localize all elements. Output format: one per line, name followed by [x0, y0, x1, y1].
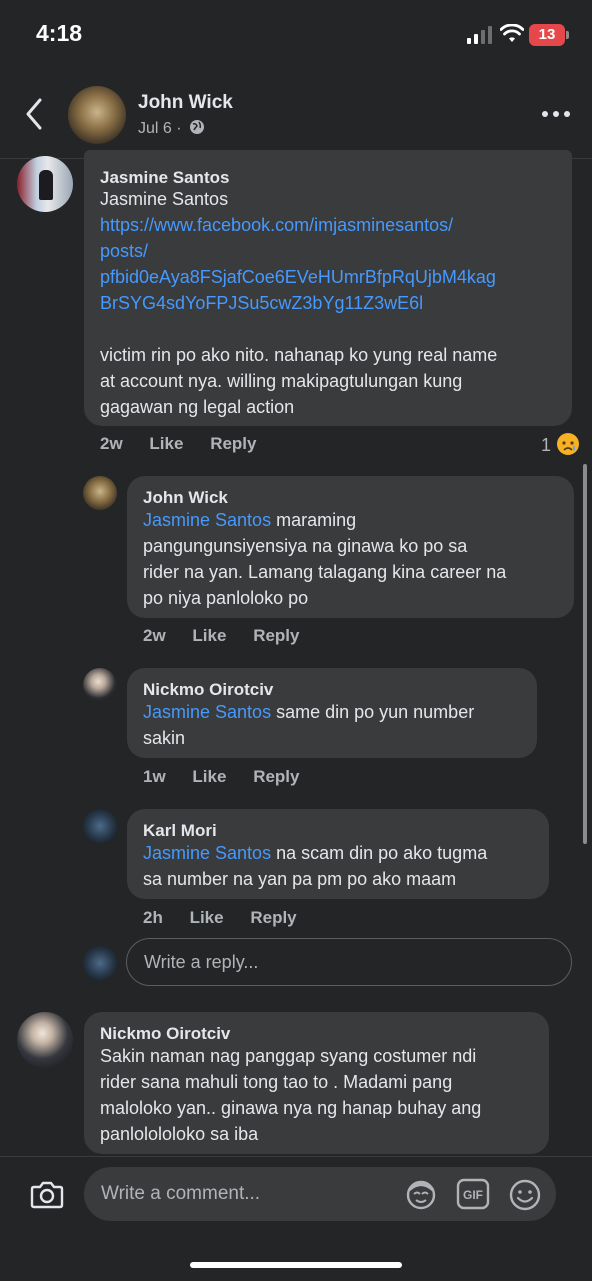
home-indicator [190, 1262, 402, 1268]
mention-link[interactable]: Jasmine Santos [143, 843, 271, 863]
reply-button[interactable]: Reply [250, 908, 296, 927]
reply-text: Jasmine Santos na scam din po ako tugma … [143, 840, 548, 892]
comment-line: maloloko yan.. ginawa nya ng hanap buhay… [100, 1098, 482, 1118]
reply-line: sa number na yan pa pm po ako maam [143, 869, 457, 889]
comment-actions: 2w Like Reply [100, 434, 278, 454]
reply-time: 2w [143, 626, 166, 645]
gif-icon[interactable]: GIF [456, 1178, 490, 1210]
back-button[interactable] [22, 96, 50, 132]
reply-line: sakin [143, 728, 186, 748]
reply-line-rest: maraming [271, 510, 357, 530]
globe-icon [190, 120, 205, 134]
reply-avatar[interactable] [83, 476, 117, 510]
avatar-sticker-icon[interactable] [404, 1177, 438, 1211]
reply-line-rest: same din po yun number [271, 702, 475, 722]
reply-author-name[interactable]: John Wick [143, 488, 228, 508]
link-line: BrSYG4sdYoFPJSu5cwZ3bYg11Z3wE6l [100, 293, 424, 313]
camera-icon[interactable] [30, 1179, 64, 1209]
reply-actions: 1w Like Reply [143, 767, 321, 787]
comment-author-name[interactable]: Jasmine Santos [100, 168, 229, 188]
post-date: Jul 6 · [138, 119, 205, 138]
link-line: https://www.facebook.com/imjasminesantos… [100, 215, 454, 235]
reply-line: rider na yan. Lamang talagang kina caree… [143, 562, 507, 582]
reply-line: Jasmine Santos maraming [143, 507, 568, 533]
status-time: 4:18 [36, 20, 83, 46]
scrollbar-thumb[interactable] [583, 464, 587, 844]
reply-line-rest: na scam din po ako tugma [271, 843, 488, 863]
reply-time: 1w [143, 767, 166, 786]
comment-avatar[interactable] [17, 156, 73, 212]
comment-link[interactable]: https://www.facebook.com/imjasminesantos… [100, 212, 570, 316]
reply-author-name[interactable]: Nickmo Oirotciv [143, 680, 273, 700]
comment-line: victim rin po ako nito. nahanap ko yung … [100, 345, 498, 365]
comment-line: Jasmine Santos [100, 189, 229, 209]
svg-text:GIF: GIF [463, 1188, 483, 1202]
reply-text: Jasmine Santos same din po yun number sa… [143, 699, 533, 751]
emoji-icon[interactable] [508, 1178, 542, 1212]
comment-author-name[interactable]: Nickmo Oirotciv [100, 1024, 230, 1044]
post-author-avatar[interactable] [68, 86, 126, 144]
reply-avatar[interactable] [83, 809, 117, 843]
reply-input[interactable]: Write a reply... [126, 938, 572, 986]
comment-line: Sakin naman nag panggap syang costumer n… [100, 1046, 477, 1066]
reply-button[interactable]: Reply [253, 626, 299, 645]
like-button[interactable]: Like [192, 626, 226, 645]
reply-avatar[interactable] [83, 668, 117, 702]
more-options-button[interactable] [540, 104, 572, 124]
like-button[interactable]: Like [192, 767, 226, 786]
reply-line: Jasmine Santos same din po yun number [143, 699, 533, 725]
comment-input-placeholder: Write a comment... [101, 1183, 261, 1204]
reply-actions: 2h Like Reply [143, 908, 319, 928]
reaction-count: 1 [541, 435, 552, 455]
comment-bubble: Nickmo Oirotciv Sakin naman nag panggap … [84, 1012, 549, 1154]
reply-button[interactable]: Reply [253, 767, 299, 786]
reply-line: po niya panloloko po [143, 588, 309, 608]
like-button[interactable]: Like [190, 908, 224, 927]
comment-line: gagawan ng legal action [100, 397, 295, 417]
link-line: posts/ [100, 241, 149, 261]
sad-reaction-icon [557, 433, 580, 455]
wifi-icon [500, 24, 524, 42]
comment-time: 2w [100, 434, 123, 453]
post-date-text: Jul 6 · [138, 120, 182, 137]
mention-link[interactable]: Jasmine Santos [143, 510, 271, 530]
reaction-summary[interactable]: 1 [541, 432, 580, 456]
battery-indicator: 13 [529, 24, 565, 46]
link-line: pfbid0eAya8FSjafCoe6EVeHUmrBfpRqUjbM4kag [100, 267, 496, 287]
cellular-signal-icon [467, 26, 492, 44]
comment-text: Sakin naman nag panggap syang costumer n… [100, 1043, 545, 1147]
comment-bubble: Jasmine Santos Jasmine Santos https://ww… [84, 150, 572, 426]
post-author-name[interactable]: John Wick [138, 92, 233, 114]
reply-bubble: John Wick Jasmine Santos maraming pangun… [127, 476, 574, 618]
comment-line: panlolololoko sa iba [100, 1124, 259, 1144]
current-user-avatar [83, 946, 117, 980]
mention-link[interactable]: Jasmine Santos [143, 702, 271, 722]
reply-line: Jasmine Santos na scam din po ako tugma [143, 840, 548, 866]
reply-line: pangungunsiyensiya na ginawa ko po sa [143, 536, 468, 556]
comment-line: at account nya. willing makipagtulungan … [100, 371, 463, 391]
reply-text: Jasmine Santos maraming pangungunsiyensi… [143, 507, 568, 611]
battery-tip [566, 31, 569, 39]
comment-text: Jasmine Santos https://www.facebook.com/… [100, 186, 570, 420]
reply-actions: 2w Like Reply [143, 626, 321, 646]
reply-author-name[interactable]: Karl Mori [143, 821, 217, 841]
reply-bubble: Nickmo Oirotciv Jasmine Santos same din … [127, 668, 537, 758]
comment-avatar[interactable] [17, 1012, 73, 1068]
comment-line: rider sana mahuli tong tao to . Madami p… [100, 1072, 453, 1092]
reply-button[interactable]: Reply [210, 434, 256, 453]
reply-time: 2h [143, 908, 163, 927]
like-button[interactable]: Like [149, 434, 183, 453]
reply-bubble: Karl Mori Jasmine Santos na scam din po … [127, 809, 549, 899]
